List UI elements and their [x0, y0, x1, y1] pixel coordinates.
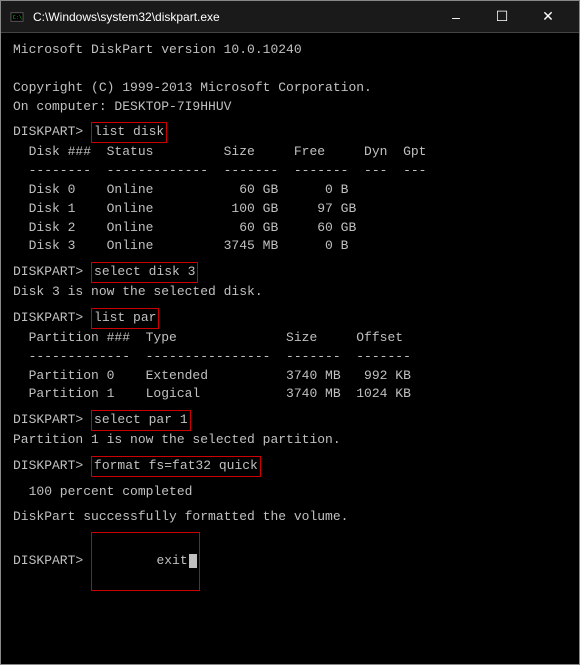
- header-blank: [13, 60, 567, 79]
- result-4: Partition 1 is now the selected partitio…: [13, 431, 567, 450]
- command-line-4: DISKPART> select par 1: [13, 410, 567, 431]
- disk3-row: Disk 3 Online 3745 MB 0 B: [13, 237, 567, 256]
- command-line-1: DISKPART> list disk: [13, 122, 567, 143]
- disk2-row: Disk 2 Online 60 GB 60 GB: [13, 219, 567, 238]
- par0-row: Partition 0 Extended 3740 MB 992 KB: [13, 367, 567, 386]
- app-icon: C:\: [9, 9, 25, 25]
- cmd-box-2: select disk 3: [91, 262, 198, 283]
- close-button[interactable]: ✕: [525, 1, 571, 33]
- cursor: [189, 554, 197, 568]
- command-line-5: DISKPART> format fs=fat32 quick: [13, 456, 567, 477]
- cmd-box-3: list par: [91, 308, 159, 329]
- par-sep: ------------- ---------------- ------- -…: [13, 348, 567, 367]
- table-header: Disk ### Status Size Free Dyn Gpt: [13, 143, 567, 162]
- prompt-2: DISKPART>: [13, 263, 91, 282]
- par-header: Partition ### Type Size Offset: [13, 329, 567, 348]
- command-line-2: DISKPART> select disk 3: [13, 262, 567, 283]
- window: C:\ C:\Windows\system32\diskpart.exe – ☐…: [0, 0, 580, 665]
- title-buttons: – ☐ ✕: [433, 1, 571, 33]
- header-line3: Copyright (C) 1999-2013 Microsoft Corpor…: [13, 79, 567, 98]
- header-line4: On computer: DESKTOP-7I9HHUV: [13, 98, 567, 117]
- prompt-5: DISKPART>: [13, 457, 91, 476]
- maximize-button[interactable]: ☐: [479, 1, 525, 33]
- prompt-6: DISKPART>: [13, 552, 91, 571]
- cmd-box-5: format fs=fat32 quick: [91, 456, 261, 477]
- result-5a: 100 percent completed: [13, 483, 567, 502]
- console-body: Microsoft DiskPart version 10.0.10240 Co…: [1, 33, 579, 664]
- result-5b: DiskPart successfully formatted the volu…: [13, 508, 567, 527]
- command-line-6: DISKPART> exit: [13, 532, 567, 591]
- result-2: Disk 3 is now the selected disk.: [13, 283, 567, 302]
- command-line-3: DISKPART> list par: [13, 308, 567, 329]
- prompt-4: DISKPART>: [13, 411, 91, 430]
- par1-row: Partition 1 Logical 3740 MB 1024 KB: [13, 385, 567, 404]
- minimize-button[interactable]: –: [433, 1, 479, 33]
- prompt-1: DISKPART>: [13, 123, 91, 142]
- title-bar: C:\ C:\Windows\system32\diskpart.exe – ☐…: [1, 1, 579, 33]
- disk1-row: Disk 1 Online 100 GB 97 GB: [13, 200, 567, 219]
- disk0-row: Disk 0 Online 60 GB 0 B: [13, 181, 567, 200]
- svg-text:C:\: C:\: [13, 14, 22, 20]
- cmd-box-4: select par 1: [91, 410, 191, 431]
- cmd-box-6: exit: [91, 532, 200, 591]
- window-title: C:\Windows\system32\diskpart.exe: [33, 10, 433, 24]
- cmd-box-1: list disk: [91, 122, 167, 143]
- prompt-3: DISKPART>: [13, 309, 91, 328]
- table-sep: -------- ------------- ------- ------- -…: [13, 162, 567, 181]
- header-line1: Microsoft DiskPart version 10.0.10240: [13, 41, 567, 60]
